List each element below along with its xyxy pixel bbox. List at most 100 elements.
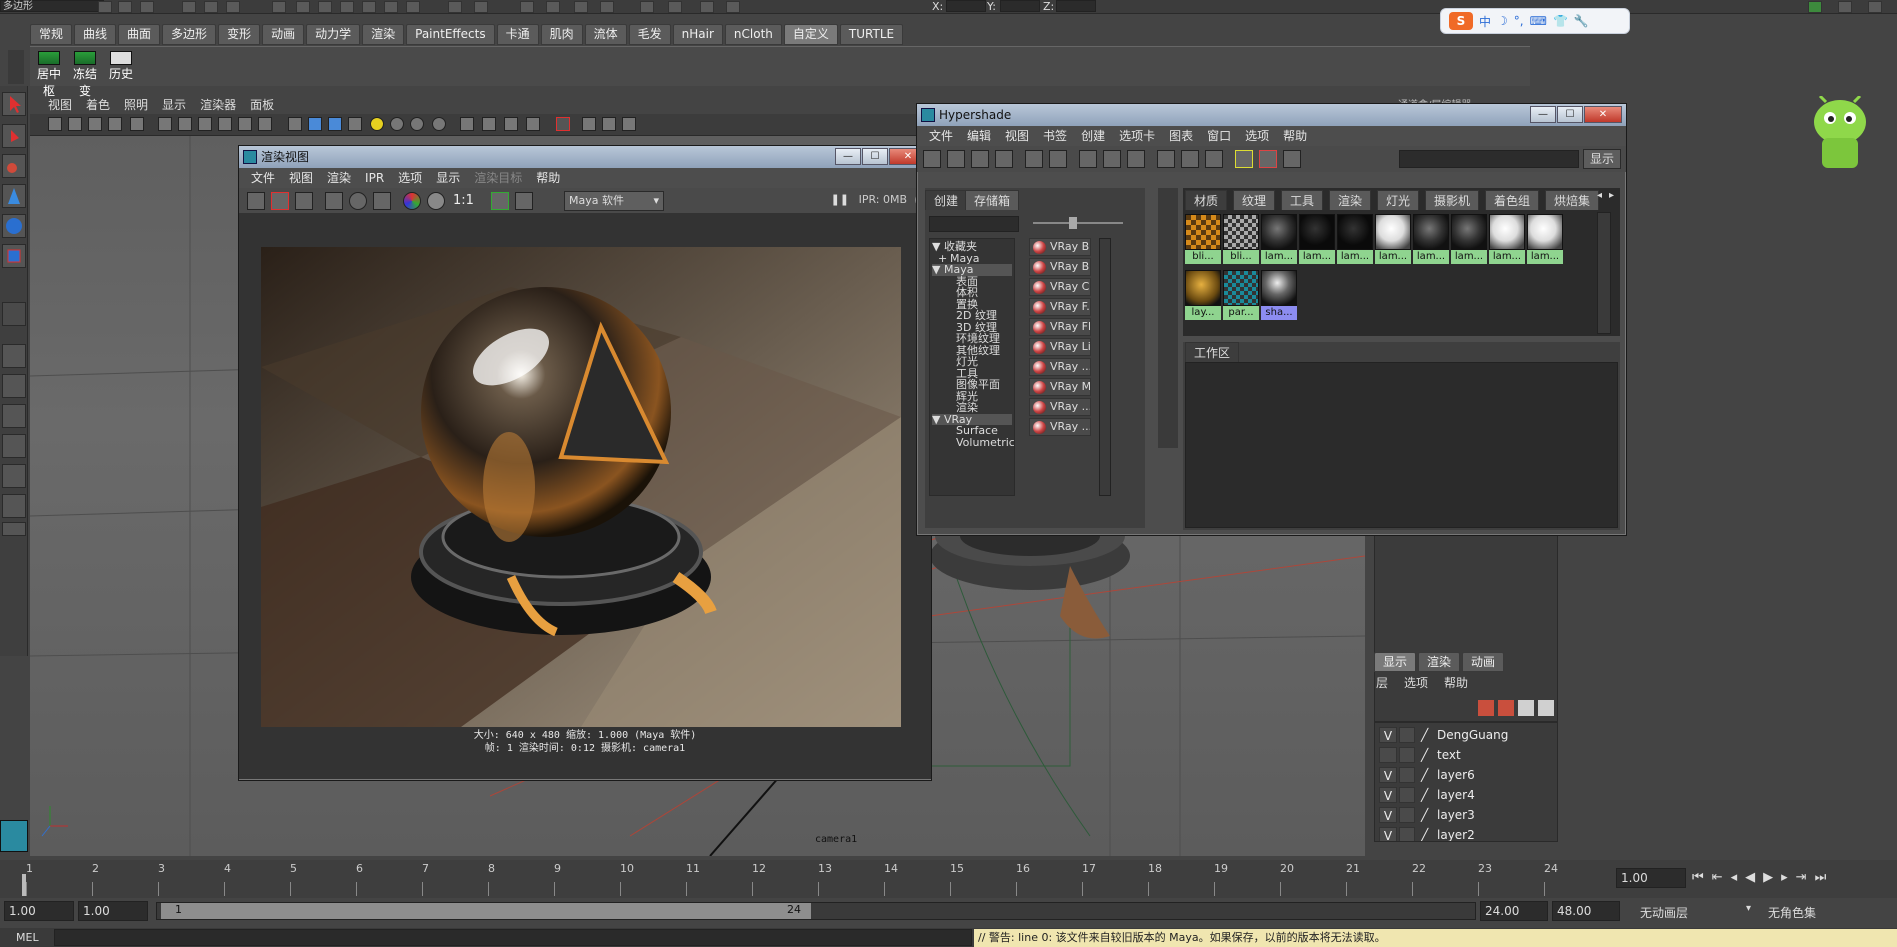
layer-menu-item[interactable]: 层 — [1376, 674, 1388, 691]
move-tool-icon[interactable] — [2, 184, 26, 208]
range-slider-handle[interactable]: 1 24 — [161, 903, 811, 919]
icon-size-slider[interactable] — [1033, 222, 1123, 224]
material-swatch[interactable]: bli... — [1223, 214, 1259, 266]
tree-item[interactable]: 灯光 — [944, 356, 1014, 368]
tree-arrow-icon[interactable]: ▼ — [932, 241, 944, 253]
sculpt-icon[interactable] — [474, 1, 488, 13]
layout-render-icon[interactable] — [2, 494, 26, 518]
tree-item[interactable]: 图像平面 — [944, 379, 1014, 391]
layout-four-icon[interactable] — [2, 374, 26, 398]
channel-box-toggle-icon[interactable] — [1808, 1, 1822, 13]
material-swatch[interactable]: sha... — [1261, 270, 1297, 322]
select-camera-icon[interactable] — [556, 117, 570, 131]
camera-icon[interactable] — [668, 1, 682, 13]
layer-tab[interactable]: 显示 — [1374, 652, 1417, 672]
hypershade-menu-item[interactable]: 创建 — [1081, 126, 1105, 146]
layer-visibility-toggle[interactable]: V — [1379, 727, 1397, 743]
renderer-select[interactable]: Maya 软件 ▾ — [564, 191, 664, 211]
render-view-icon[interactable] — [546, 1, 560, 13]
layer-type-toggle[interactable] — [1399, 727, 1415, 743]
viewport-menu-item[interactable]: 显示 — [162, 96, 186, 114]
layer-visibility-toggle[interactable] — [1379, 747, 1397, 763]
shelf-button-history[interactable]: 历史 — [106, 51, 136, 83]
tab-scroll-right-icon[interactable]: ▸ — [1609, 190, 1614, 201]
resolution-gate-icon[interactable] — [178, 117, 192, 131]
hypershade-tab[interactable]: 着色组 — [1485, 190, 1540, 210]
bottom-tabs-icon[interactable] — [971, 150, 989, 168]
shelf-tab[interactable]: 渲染 — [362, 24, 405, 45]
render-frame-icon[interactable] — [384, 1, 398, 13]
render-region-icon[interactable] — [271, 192, 289, 210]
tab-work-area[interactable]: 工作区 — [1185, 342, 1240, 362]
tree-item[interactable]: Volumetric — [944, 436, 1014, 449]
rgb-channels-icon[interactable] — [403, 192, 421, 210]
snap-point-icon[interactable] — [318, 1, 332, 13]
hypershade-tab[interactable]: 烘焙集 — [1545, 190, 1600, 210]
desktop-mascot[interactable] — [1812, 94, 1868, 172]
paint-icon[interactable] — [700, 1, 714, 13]
layer-row[interactable]: V ╱ layer6 — [1379, 767, 1549, 784]
ipr-icon[interactable] — [325, 192, 343, 210]
hypershade-tab[interactable]: 摄影机 — [1425, 190, 1480, 210]
shelf-tab[interactable]: 流体 — [584, 24, 627, 45]
layout-graph-icon[interactable] — [2, 434, 26, 458]
shelf-tab[interactable]: TURTLE — [839, 24, 904, 45]
viewport-menu-item[interactable]: 着色 — [86, 96, 110, 114]
ime-punct[interactable]: °, — [1514, 14, 1524, 28]
material-swatch[interactable]: lam... — [1261, 214, 1297, 266]
shelf-tab[interactable]: nCloth — [724, 24, 782, 45]
hypershade-tab[interactable]: 渲染 — [1329, 190, 1372, 210]
shelf-tab[interactable]: 自定义 — [783, 24, 838, 45]
clear-graph-icon[interactable] — [1049, 150, 1067, 168]
move-down-icon[interactable] — [1538, 700, 1554, 716]
step-forward-icon[interactable]: ▸ — [1781, 870, 1788, 885]
move-up-icon[interactable] — [1518, 700, 1534, 716]
coord-x-field[interactable] — [946, 0, 986, 12]
hypershade-icon[interactable] — [520, 1, 534, 13]
ipr-render-icon[interactable] — [406, 1, 420, 13]
layer-color-icon[interactable]: ╱ — [1421, 827, 1428, 841]
hypershade-search-input[interactable] — [1399, 150, 1579, 168]
rotate-tool-icon[interactable] — [2, 214, 26, 238]
xray-icon[interactable] — [432, 117, 446, 131]
camera-attr-icon[interactable] — [68, 117, 82, 131]
vray-node-item[interactable]: VRay Fl... — [1029, 318, 1091, 336]
tree-item[interactable]: 表面 — [944, 275, 1014, 288]
moon-icon[interactable]: ☽ — [1497, 14, 1508, 28]
render-settings-icon[interactable] — [448, 1, 462, 13]
gate-mask-icon[interactable] — [198, 117, 212, 131]
keyboard-icon[interactable]: ⌨ — [1530, 14, 1547, 28]
open-scene-icon[interactable] — [118, 1, 132, 13]
snapshot-icon[interactable] — [295, 192, 313, 210]
layer-type-toggle[interactable] — [1399, 807, 1415, 823]
hud-icon[interactable] — [582, 117, 596, 131]
history-icon[interactable] — [362, 1, 376, 13]
chevron-down-icon[interactable]: ▾ — [1746, 903, 1751, 914]
render-view-menu-item[interactable]: 视图 — [289, 168, 313, 188]
layer-tab[interactable]: 动画 — [1462, 652, 1505, 672]
hypershade-menu-item[interactable]: 帮助 — [1283, 126, 1307, 146]
range-slider[interactable]: 1 24 — [156, 902, 1476, 920]
hypershade-tab[interactable]: 材质 — [1185, 190, 1228, 210]
attribute-editor-toggle-icon[interactable] — [1838, 1, 1852, 13]
layer-color-icon[interactable]: ╱ — [1421, 727, 1428, 744]
layer-name[interactable]: layer4 — [1437, 787, 1475, 804]
layout-more-icon[interactable] — [2, 522, 26, 536]
isolate-icon[interactable] — [460, 117, 474, 131]
hypershade-menu-item[interactable]: 视图 — [1005, 126, 1029, 146]
vray-node-item[interactable]: VRay ... — [1029, 358, 1091, 376]
current-frame-field[interactable]: 1.00 — [1616, 868, 1686, 888]
ime-lang[interactable]: 中 — [1479, 13, 1491, 30]
create-tab[interactable]: 创建 — [925, 190, 968, 210]
layer-color-icon[interactable]: ╱ — [1421, 807, 1428, 824]
layout-icon[interactable] — [923, 150, 941, 168]
layer-name[interactable]: text — [1437, 747, 1461, 764]
render-settings-icon[interactable] — [373, 192, 391, 210]
textured-icon[interactable] — [348, 117, 362, 131]
shelf-tab[interactable]: 肌肉 — [540, 24, 583, 45]
layer-type-toggle[interactable] — [1399, 787, 1415, 803]
bookmark-icon[interactable] — [88, 117, 102, 131]
char-set-select[interactable]: 无角色集 — [1768, 904, 1816, 921]
pause-icon[interactable]: ❚❚ — [831, 193, 849, 206]
grid-icon[interactable] — [130, 117, 144, 131]
